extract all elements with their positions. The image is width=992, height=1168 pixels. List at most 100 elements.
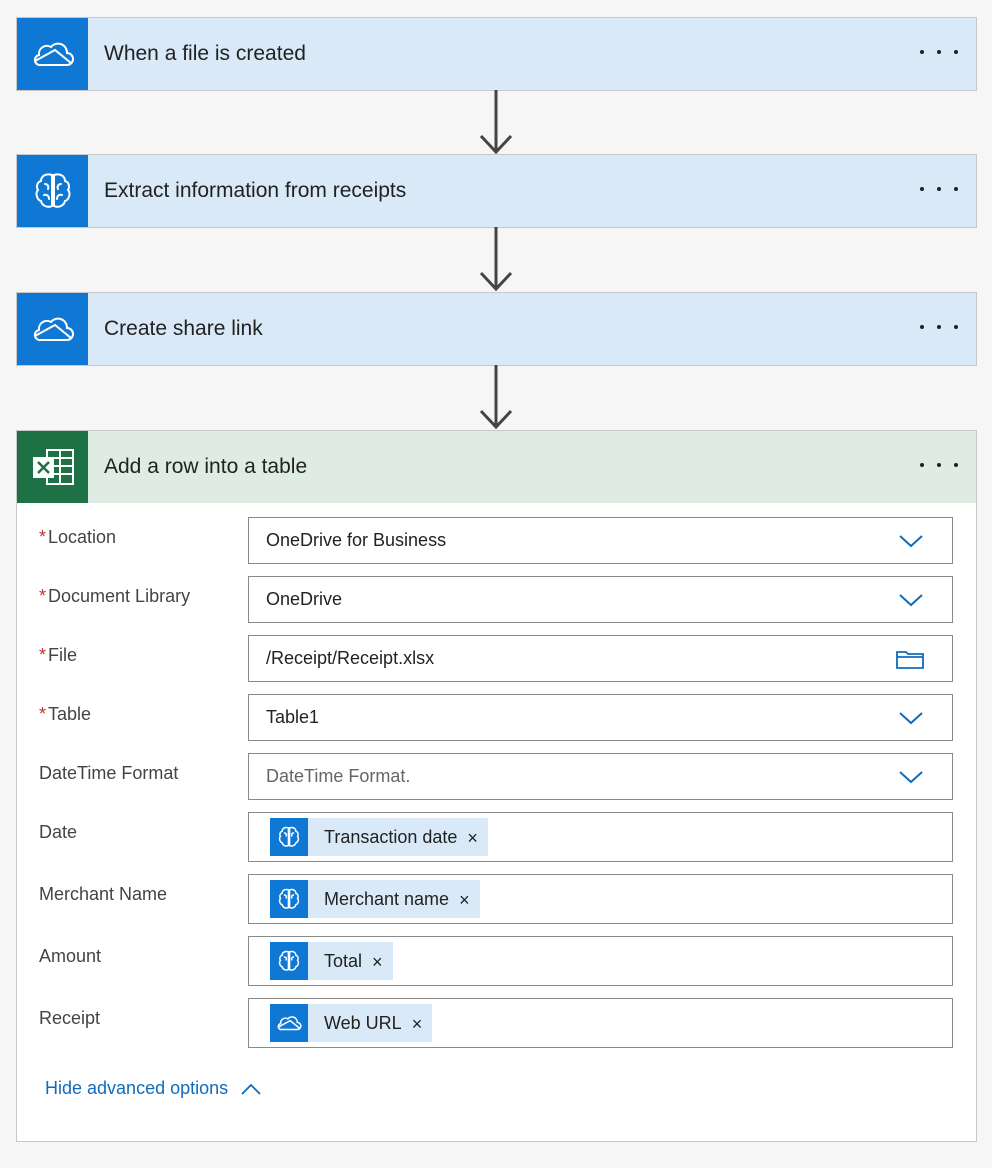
- ai-brain-icon: [270, 818, 308, 856]
- chevron-down-icon[interactable]: [898, 592, 924, 608]
- dropdown-value: OneDrive: [266, 589, 342, 610]
- onedrive-cloud-icon: [270, 1004, 308, 1042]
- token-label: Transaction date: [324, 827, 457, 848]
- more-options-button[interactable]: [920, 42, 958, 62]
- arrow-down-icon: [478, 227, 514, 291]
- chevron-down-icon[interactable]: [898, 769, 924, 785]
- more-options-button[interactable]: [920, 179, 958, 199]
- field-label: DateTime Format: [39, 753, 248, 784]
- step-title: Create share link: [104, 317, 976, 341]
- form-row-file: *File /Receipt/Receipt.xlsx: [39, 635, 953, 682]
- field-label: *Document Library: [39, 576, 248, 607]
- dot-icon: [937, 187, 941, 191]
- dot-icon: [920, 325, 924, 329]
- field-label: Receipt: [39, 998, 248, 1029]
- arrow-down-icon: [478, 365, 514, 429]
- form-row-amount: Amount Total ×: [39, 936, 953, 986]
- step-header[interactable]: Create share link: [17, 293, 976, 365]
- dot-icon: [954, 463, 958, 467]
- input-value: /Receipt/Receipt.xlsx: [266, 648, 434, 669]
- label-text: Location: [48, 527, 116, 547]
- field-label: Date: [39, 812, 248, 843]
- field-label: *Table: [39, 694, 248, 725]
- merchant-name-input[interactable]: Merchant name ×: [248, 874, 953, 924]
- step-card-extract-receipts[interactable]: Extract information from receipts: [16, 154, 977, 228]
- chevron-down-icon[interactable]: [898, 710, 924, 726]
- step-title: When a file is created: [104, 42, 976, 66]
- step-title: Extract information from receipts: [104, 179, 976, 203]
- label-text: File: [48, 645, 77, 665]
- form-row-location: *Location OneDrive for Business: [39, 517, 953, 564]
- field-label: Amount: [39, 936, 248, 967]
- file-input[interactable]: /Receipt/Receipt.xlsx: [248, 635, 953, 682]
- dot-icon: [954, 325, 958, 329]
- link-text: Hide advanced options: [45, 1078, 228, 1099]
- step-title: Add a row into a table: [104, 455, 976, 479]
- dot-icon: [920, 463, 924, 467]
- token-label: Merchant name: [324, 889, 449, 910]
- onedrive-cloud-icon: [17, 18, 88, 90]
- close-icon[interactable]: ×: [412, 1013, 423, 1033]
- step-header[interactable]: When a file is created: [17, 18, 976, 90]
- chevron-down-icon[interactable]: [898, 533, 924, 549]
- step-card-create-share-link[interactable]: Create share link: [16, 292, 977, 366]
- chevron-up-icon: [240, 1082, 262, 1096]
- dropdown-value: OneDrive for Business: [266, 530, 446, 551]
- ai-brain-icon: [270, 942, 308, 980]
- required-marker: *: [39, 645, 46, 665]
- dynamic-content-token[interactable]: Web URL ×: [270, 1004, 432, 1042]
- form-row-merchant-name: Merchant Name Merchant name ×: [39, 874, 953, 924]
- step-card-when-file-created[interactable]: When a file is created: [16, 17, 977, 91]
- form-row-table: *Table Table1: [39, 694, 953, 741]
- more-options-button[interactable]: [920, 317, 958, 337]
- field-label: Merchant Name: [39, 874, 248, 905]
- document-library-dropdown[interactable]: OneDrive: [248, 576, 953, 623]
- ai-brain-icon: [270, 880, 308, 918]
- step-header[interactable]: Add a row into a table: [17, 431, 976, 503]
- close-icon[interactable]: ×: [459, 889, 470, 909]
- dot-icon: [954, 50, 958, 54]
- dot-icon: [920, 187, 924, 191]
- dot-icon: [937, 463, 941, 467]
- dropdown-placeholder: DateTime Format.: [266, 766, 410, 787]
- token-label: Web URL: [324, 1013, 402, 1034]
- form-row-receipt: Receipt Web URL ×: [39, 998, 953, 1048]
- required-marker: *: [39, 586, 46, 606]
- form-row-date: Date Transaction date ×: [39, 812, 953, 862]
- dot-icon: [920, 50, 924, 54]
- step-card-add-row: Add a row into a table *Location OneDriv…: [16, 430, 977, 1142]
- more-options-button[interactable]: [920, 455, 958, 475]
- required-marker: *: [39, 704, 46, 724]
- receipt-input[interactable]: Web URL ×: [248, 998, 953, 1048]
- dot-icon: [954, 187, 958, 191]
- close-icon[interactable]: ×: [372, 951, 383, 971]
- step-form: *Location OneDrive for Business *Documen…: [17, 503, 976, 1133]
- dot-icon: [937, 325, 941, 329]
- field-label: *Location: [39, 517, 248, 548]
- excel-icon: [17, 431, 88, 503]
- dot-icon: [937, 50, 941, 54]
- ai-brain-icon: [17, 155, 88, 227]
- close-icon[interactable]: ×: [467, 827, 478, 847]
- form-row-document-library: *Document Library OneDrive: [39, 576, 953, 623]
- location-dropdown[interactable]: OneDrive for Business: [248, 517, 953, 564]
- dynamic-content-token[interactable]: Transaction date ×: [270, 818, 488, 856]
- date-input[interactable]: Transaction date ×: [248, 812, 953, 862]
- folder-icon[interactable]: [896, 649, 924, 669]
- token-label: Total: [324, 951, 362, 972]
- onedrive-cloud-icon: [17, 293, 88, 365]
- dynamic-content-token[interactable]: Merchant name ×: [270, 880, 480, 918]
- label-text: Table: [48, 704, 91, 724]
- step-header[interactable]: Extract information from receipts: [17, 155, 976, 227]
- hide-advanced-options-link[interactable]: Hide advanced options: [45, 1078, 262, 1099]
- required-marker: *: [39, 527, 46, 547]
- amount-input[interactable]: Total ×: [248, 936, 953, 986]
- dropdown-value: Table1: [266, 707, 319, 728]
- form-row-datetime-format: DateTime Format DateTime Format.: [39, 753, 953, 800]
- datetime-format-dropdown[interactable]: DateTime Format.: [248, 753, 953, 800]
- table-dropdown[interactable]: Table1: [248, 694, 953, 741]
- label-text: Document Library: [48, 586, 190, 606]
- arrow-down-icon: [478, 90, 514, 154]
- dynamic-content-token[interactable]: Total ×: [270, 942, 393, 980]
- field-label: *File: [39, 635, 248, 666]
